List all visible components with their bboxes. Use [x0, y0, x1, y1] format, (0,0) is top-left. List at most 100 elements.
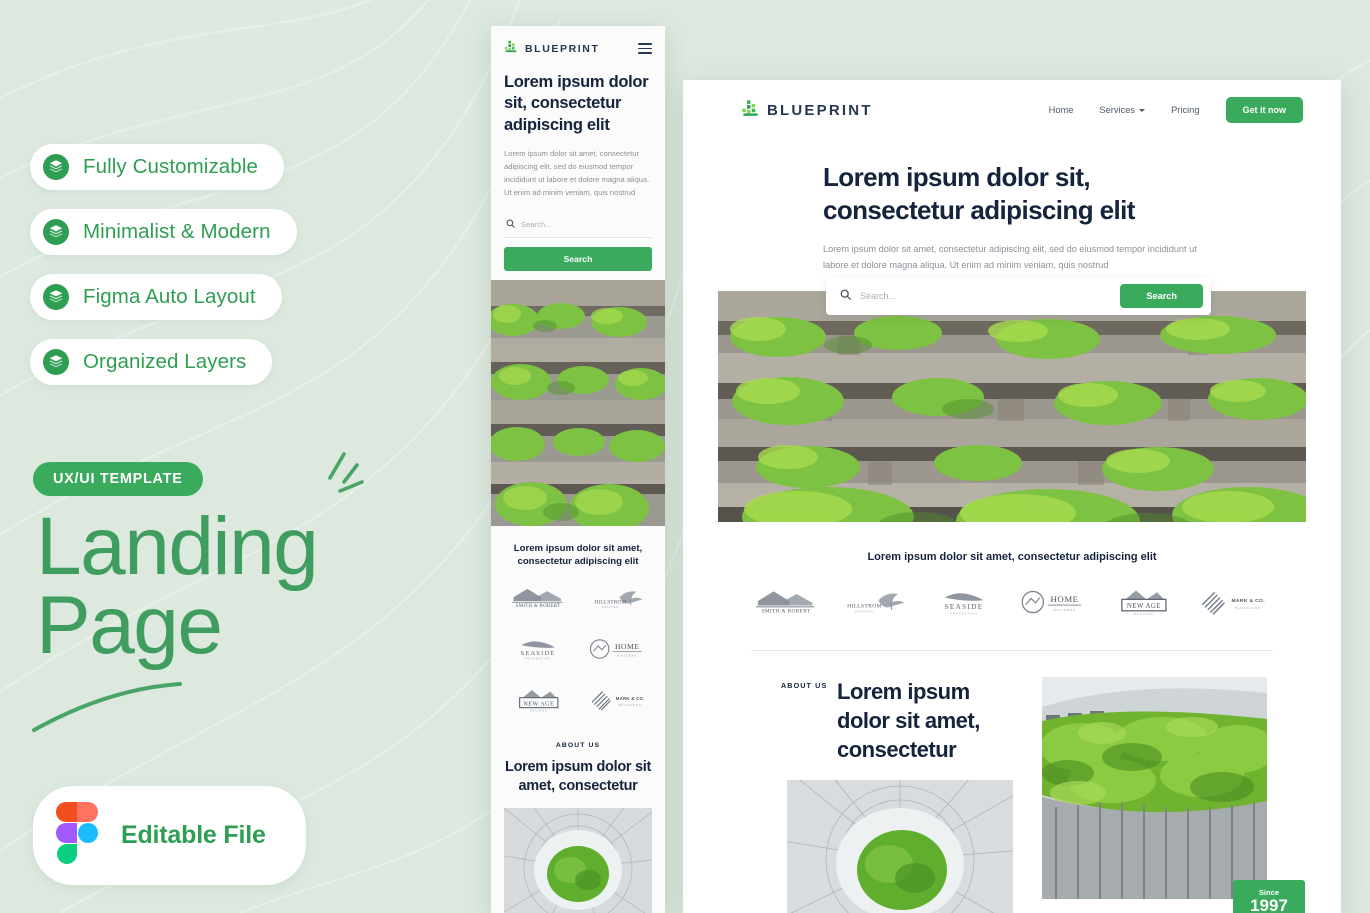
desktop-search-button[interactable]: Search [1120, 284, 1203, 309]
blueprint-building-icon [504, 39, 518, 58]
promo-panel: Fully Customizable Minimalist & Modern F… [0, 0, 480, 913]
partner-logo: SMITH & ROBERT [749, 587, 823, 622]
desktop-hero-heading: Lorem ipsum dolor sit, consectetur adipi… [823, 161, 1341, 227]
nav-link-services[interactable]: Services [1099, 105, 1146, 115]
nav-link-home[interactable]: Home [1049, 105, 1074, 115]
svg-text:HILLSTROM: HILLSTROM [594, 600, 626, 606]
desktop-brand-name: BLUEPRINT [767, 101, 873, 119]
desktop-about-section: ABOUT US Lorem ipsum dolor sit amet, con… [683, 651, 1341, 913]
template-kind-badge: UX/UI TEMPLATE [33, 462, 203, 496]
svg-text:HILLSTROM: HILLSTROM [847, 604, 882, 610]
mobile-about-heading-line2: amet, consectetur [518, 778, 638, 795]
partner-logo: MARK & CO. BUILDINGS [587, 687, 649, 718]
desktop-about-image-greenwall [1042, 677, 1267, 900]
mobile-logos-title-line2: consectetur adipiscing elit [517, 556, 639, 568]
desktop-hero-heading-line1: Lorem ipsum dolor sit, [823, 162, 1091, 192]
partner-logo: HILLSTROM ESTATES [587, 585, 649, 616]
blueprint-building-icon [741, 98, 760, 122]
desktop-nav-links: Home Services Pricing Get it now [1049, 97, 1303, 123]
feature-pill-list: Fully Customizable Minimalist & Modern F… [30, 144, 297, 385]
mobile-brand-name: BLUEPRINT [525, 42, 600, 55]
mobile-navbar: BLUEPRINT [491, 26, 665, 58]
mobile-hero-paragraph: Lorem ipsum dolor sit amet, consectetur … [504, 149, 650, 198]
svg-text:BUILDERS: BUILDERS [1053, 608, 1075, 612]
svg-text:SEASIDE: SEASIDE [945, 603, 984, 611]
partner-logo: SMITH & ROBERT [507, 585, 569, 616]
feature-pill-label: Figma Auto Layout [83, 285, 256, 308]
desktop-search-input[interactable]: Search... [860, 291, 1120, 301]
desktop-about-heading-line1: Lorem ipsum [837, 679, 970, 705]
mobile-search-input[interactable]: Search... [504, 214, 652, 238]
svg-text:PROPERTIES: PROPERTIES [525, 658, 551, 661]
mobile-about-kicker: ABOUT US [555, 742, 601, 750]
mobile-logos-section: Lorem ipsum dolor sit amet, consectetur … [491, 525, 665, 731]
mobile-about-heading-line1: Lorem ipsum dolor sit [505, 759, 651, 776]
desktop-about-image-courtyard [787, 780, 1013, 913]
feature-pill-label: Minimalist & Modern [83, 220, 271, 243]
desktop-mockup: BLUEPRINT Home Services Pricing Get it n… [683, 80, 1341, 913]
svg-text:SMITH & ROBERT: SMITH & ROBERT [516, 604, 561, 609]
desktop-hero-image [718, 291, 1306, 523]
layers-icon [42, 348, 70, 376]
desktop-brand[interactable]: BLUEPRINT [741, 98, 873, 122]
partner-logo: HILLSTROM ESTATES [838, 587, 912, 622]
partner-logo: NEW AGE HOUSING [507, 687, 569, 718]
partner-logo: SEASIDE PROPERTIES [507, 636, 569, 667]
editable-file-label: Editable File [121, 821, 266, 849]
get-it-now-button[interactable]: Get it now [1225, 97, 1303, 123]
desktop-about-kicker: ABOUT US [781, 681, 828, 691]
partner-logo: SEASIDE PROPERTIES [927, 587, 1001, 622]
promo-title-line2: Page [36, 579, 223, 671]
desktop-logo-row: SMITH & ROBERT HILLSTROM ESTATES SEASIDE… [723, 587, 1301, 622]
svg-text:ESTATES: ESTATES [602, 605, 619, 609]
mobile-hero-heading: Lorem ipsum dolor sit, consectetur adipi… [504, 72, 652, 136]
svg-text:MARK & CO.: MARK & CO. [616, 696, 645, 701]
svg-text:BUILDERS: BUILDERS [617, 654, 637, 658]
figma-icon [55, 802, 99, 869]
svg-text:PROPERTIES: PROPERTIES [950, 612, 978, 616]
desktop-about-left: ABOUT US Lorem ipsum dolor sit amet, con… [683, 677, 1038, 913]
layers-icon [42, 218, 70, 246]
mobile-logos-title: Lorem ipsum dolor sit amet, consectetur … [501, 542, 655, 570]
editable-file-card: Editable File [33, 786, 306, 885]
svg-text:HOME: HOME [1050, 594, 1078, 604]
search-icon [506, 218, 515, 230]
mobile-about-section: ABOUT US Lorem ipsum dolor sit amet, con… [491, 730, 665, 796]
feature-pill: Organized Layers [30, 339, 273, 385]
nav-link-pricing[interactable]: Pricing [1171, 105, 1199, 115]
nav-link-services-label: Services [1099, 105, 1136, 115]
swoosh-decoration-icon [30, 680, 190, 735]
mobile-about-heading: Lorem ipsum dolor sit amet, consectetur [501, 758, 655, 796]
mobile-search-placeholder: Search... [521, 219, 552, 229]
chevron-down-icon [1139, 108, 1146, 112]
svg-text:ESTATES: ESTATES [855, 610, 874, 614]
promo-title: Landing Page [36, 506, 319, 671]
feature-pill: Figma Auto Layout [30, 274, 282, 320]
sparkle-decoration-icon [300, 448, 370, 518]
mobile-hero-heading-line2: sit, consectetur [504, 94, 622, 113]
svg-text:NEW AGE: NEW AGE [1127, 603, 1161, 610]
desktop-about-heading-line3: consectetur [837, 737, 957, 763]
feature-pill-label: Fully Customizable [83, 155, 258, 178]
desktop-hero-block: Search... Search [718, 277, 1306, 523]
desktop-hero-heading-line2: consectetur adipiscing elit [823, 194, 1135, 225]
mobile-logos-title-line1: Lorem ipsum dolor sit amet, [513, 542, 643, 554]
feature-pill-label: Organized Layers [83, 350, 247, 373]
svg-text:HOUSING: HOUSING [530, 710, 548, 713]
partner-logo: MARK & CO. BUILDINGS [1195, 587, 1275, 622]
hamburger-icon[interactable] [638, 43, 652, 54]
mobile-search-button[interactable]: Search [504, 246, 652, 271]
mobile-about-image [504, 808, 652, 913]
desktop-search-bar: Search... Search [826, 277, 1211, 316]
mobile-hero-heading-line1: Lorem ipsum dolor [504, 73, 649, 91]
feature-pill: Fully Customizable [30, 144, 284, 190]
svg-text:HOUSING: HOUSING [1134, 612, 1154, 616]
nav-link-pricing-label: Pricing [1171, 105, 1200, 115]
search-icon [840, 287, 851, 305]
mobile-hero-image [491, 279, 665, 526]
mobile-brand[interactable]: BLUEPRINT [504, 39, 599, 58]
svg-text:BUILDINGS: BUILDINGS [1235, 606, 1261, 610]
svg-text:SEASIDE: SEASIDE [521, 650, 556, 657]
mobile-mockup: BLUEPRINT Lorem ipsum dolor sit, consect… [491, 26, 665, 913]
partner-logo: NEW AGE HOUSING [1106, 587, 1180, 622]
